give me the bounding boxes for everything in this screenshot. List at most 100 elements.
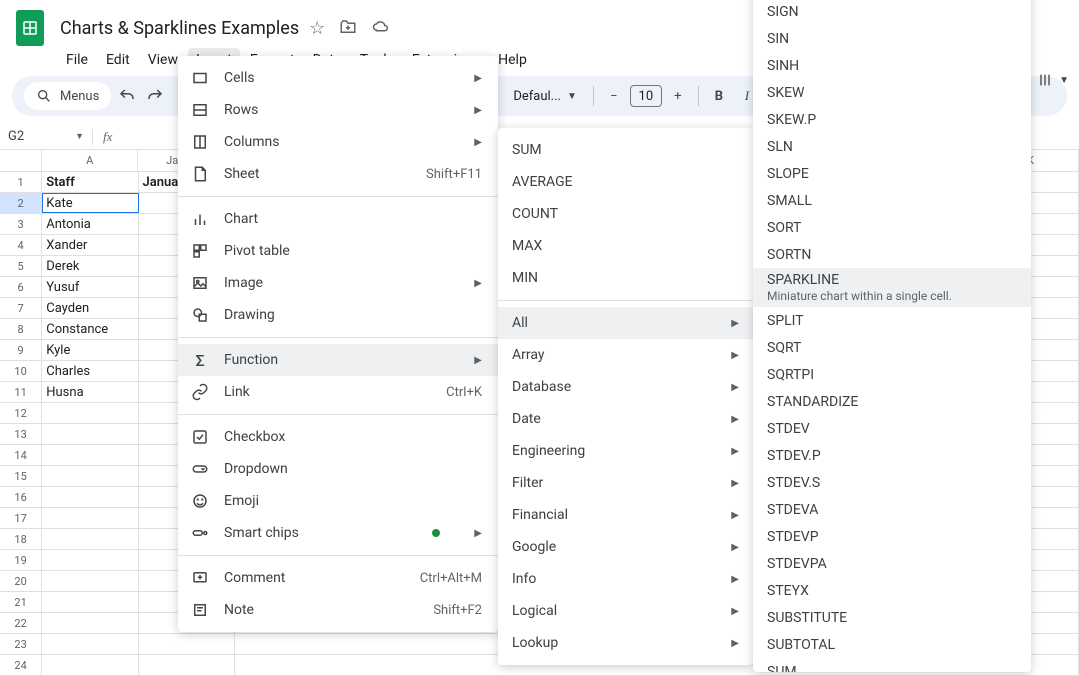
fn-item-small[interactable]: SMALL xyxy=(753,187,1031,214)
menu-item-image[interactable]: Image▶ xyxy=(178,267,498,299)
row-header[interactable]: 18 xyxy=(0,529,42,549)
font-picker[interactable]: Defaul... ▼ xyxy=(505,89,585,104)
fn-cat-database[interactable]: Database▶ xyxy=(498,371,753,403)
fn-item-sin[interactable]: SIN xyxy=(753,25,1031,52)
fn-count[interactable]: COUNT xyxy=(498,198,753,230)
increase-font-button[interactable]: + xyxy=(666,84,690,108)
font-size-input[interactable]: 10 xyxy=(630,85,662,107)
cell[interactable] xyxy=(42,592,138,612)
fn-cat-google[interactable]: Google▶ xyxy=(498,531,753,563)
menu-item-smart-chips[interactable]: Smart chips▶ xyxy=(178,517,498,549)
cell[interactable] xyxy=(42,403,138,423)
star-icon[interactable]: ☆ xyxy=(309,18,325,39)
fn-item-stdev[interactable]: STDEV xyxy=(753,415,1031,442)
chevron-down-icon[interactable]: ▼ xyxy=(1059,75,1069,86)
fn-item-sqrtpi[interactable]: SQRTPI xyxy=(753,361,1031,388)
cell[interactable] xyxy=(42,529,138,549)
menu-item-sheet[interactable]: SheetShift+F11 xyxy=(178,158,498,190)
cell[interactable]: Antonia xyxy=(42,214,138,234)
fn-cat-lookup[interactable]: Lookup▶ xyxy=(498,627,753,659)
fn-item-subtotal[interactable]: SUBTOTAL xyxy=(753,631,1031,658)
row-header[interactable]: 2 xyxy=(0,193,42,213)
row-header[interactable]: 5 xyxy=(0,256,42,276)
cell[interactable]: Constance xyxy=(42,319,138,339)
column-header[interactable]: A xyxy=(42,150,138,171)
cell[interactable]: Staff xyxy=(42,172,138,192)
row-header[interactable]: 17 xyxy=(0,508,42,528)
row-header[interactable]: 16 xyxy=(0,487,42,507)
row-header[interactable]: 4 xyxy=(0,235,42,255)
row-header[interactable]: 24 xyxy=(0,655,42,675)
cell[interactable] xyxy=(42,550,138,570)
fn-cat-filter[interactable]: Filter▶ xyxy=(498,467,753,499)
cell[interactable]: Kyle xyxy=(42,340,138,360)
fn-item-sparkline[interactable]: SPARKLINEMiniature chart within a single… xyxy=(753,268,1031,307)
menu-item-note[interactable]: NoteShift+F2 xyxy=(178,594,498,626)
row-header[interactable]: 19 xyxy=(0,550,42,570)
sheets-logo[interactable] xyxy=(16,10,44,46)
fn-item-sum[interactable]: SUM xyxy=(753,658,1031,672)
fn-cat-date[interactable]: Date▶ xyxy=(498,403,753,435)
row-header[interactable]: 3 xyxy=(0,214,42,234)
fn-cat-engineering[interactable]: Engineering▶ xyxy=(498,435,753,467)
fn-cat-financial[interactable]: Financial▶ xyxy=(498,499,753,531)
fn-item-sign[interactable]: SIGN xyxy=(753,0,1031,25)
fn-item-sinh[interactable]: SINH xyxy=(753,52,1031,79)
cell[interactable] xyxy=(139,655,235,675)
fn-item-steyx[interactable]: STEYX xyxy=(753,577,1031,604)
menu-item-pivot-table[interactable]: Pivot table xyxy=(178,235,498,267)
fn-item-stdev-s[interactable]: STDEV.S xyxy=(753,469,1031,496)
menu-item-function[interactable]: ΣFunction▶ xyxy=(178,344,498,376)
fn-item-stdev-p[interactable]: STDEV.P xyxy=(753,442,1031,469)
row-header[interactable]: 6 xyxy=(0,277,42,297)
fn-average[interactable]: AVERAGE xyxy=(498,166,753,198)
menu-item-emoji[interactable]: Emoji xyxy=(178,485,498,517)
menu-edit[interactable]: Edit xyxy=(98,48,138,70)
cell[interactable] xyxy=(42,466,138,486)
fn-item-split[interactable]: SPLIT xyxy=(753,307,1031,334)
row-header[interactable]: 22 xyxy=(0,613,42,633)
menu-item-dropdown[interactable]: Dropdown xyxy=(178,453,498,485)
cloud-icon[interactable] xyxy=(371,18,391,39)
row-header[interactable]: 9 xyxy=(0,340,42,360)
cell[interactable]: Derek xyxy=(42,256,138,276)
row-header[interactable]: 7 xyxy=(0,298,42,318)
menu-item-checkbox[interactable]: Checkbox xyxy=(178,421,498,453)
cell[interactable]: Charles xyxy=(42,361,138,381)
fn-cat-all[interactable]: All▶ xyxy=(498,307,753,339)
menu-item-columns[interactable]: Columns▶ xyxy=(178,126,498,158)
redo-button[interactable] xyxy=(143,84,167,108)
menu-item-comment[interactable]: CommentCtrl+Alt+M xyxy=(178,562,498,594)
cell[interactable] xyxy=(42,655,138,675)
row-header[interactable]: 1 xyxy=(0,172,42,192)
cell[interactable] xyxy=(42,634,138,654)
cell[interactable] xyxy=(42,445,138,465)
undo-button[interactable] xyxy=(115,84,139,108)
row-header[interactable]: 14 xyxy=(0,445,42,465)
row-header[interactable]: 8 xyxy=(0,319,42,339)
fn-item-stdeva[interactable]: STDEVA xyxy=(753,496,1031,523)
menu-item-link[interactable]: LinkCtrl+K xyxy=(178,376,498,408)
fn-item-sort[interactable]: SORT xyxy=(753,214,1031,241)
cell[interactable]: Husna xyxy=(42,382,138,402)
cell[interactable]: Yusuf xyxy=(42,277,138,297)
select-all-corner[interactable] xyxy=(0,150,42,171)
fn-cat-info[interactable]: Info▶ xyxy=(498,563,753,595)
fn-item-sqrt[interactable]: SQRT xyxy=(753,334,1031,361)
fn-item-sortn[interactable]: SORTN xyxy=(753,241,1031,268)
document-title[interactable]: Charts & Sparklines Examples xyxy=(60,18,299,39)
cell[interactable]: Cayden xyxy=(42,298,138,318)
search-menus[interactable]: Menus xyxy=(24,82,111,110)
decrease-font-button[interactable]: − xyxy=(602,84,626,108)
fn-item-stdevp[interactable]: STDEVP xyxy=(753,523,1031,550)
cell[interactable] xyxy=(42,571,138,591)
row-header[interactable]: 11 xyxy=(0,382,42,402)
fn-item-standardize[interactable]: STANDARDIZE xyxy=(753,388,1031,415)
fn-max[interactable]: MAX xyxy=(498,230,753,262)
row-header[interactable]: 21 xyxy=(0,592,42,612)
fn-sum[interactable]: SUM xyxy=(498,134,753,166)
row-header[interactable]: 10 xyxy=(0,361,42,381)
menu-item-rows[interactable]: Rows▶ xyxy=(178,94,498,126)
fn-item-slope[interactable]: SLOPE xyxy=(753,160,1031,187)
fn-min[interactable]: MIN xyxy=(498,262,753,294)
